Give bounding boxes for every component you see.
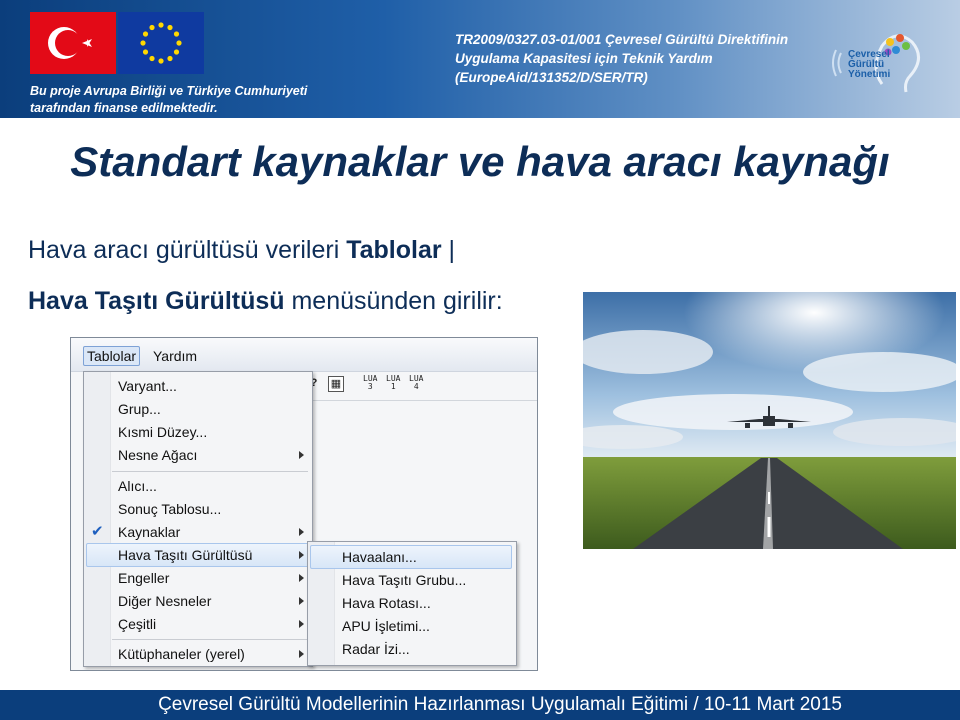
funding-line-1: Bu proje Avrupa Birliği ve Türkiye Cumhu… [30,84,308,98]
lua-button-1[interactable]: LUA 3 [363,375,377,391]
noise-management-logo-icon: Çevresel Gürültü Yönetimi [830,28,930,98]
bullet-1-bold: Tablolar [346,236,442,264]
bullet-table-menu: Hava aracı gürültüsü verileri Tablolar | [28,236,455,265]
aircraft-noise-submenu: Havaalanı... Hava Taşıtı Grubu... Hava R… [307,541,517,666]
menu-item-kismi-duzey[interactable]: Kısmi Düzey... [118,421,207,443]
project-line-3: (EuropeAid/131352/D/SER/TR) [455,70,648,85]
submenu-item-hava-rotasi[interactable]: Hava Rotası... [342,592,431,614]
submenu-item-hava-tasiti-grubu[interactable]: Hava Taşıtı Grubu... [342,569,466,591]
logo-line-3: Yönetimi [848,69,891,80]
menu-item-kaynaklar[interactable]: Kaynaklar [118,521,180,543]
menu-item-kutuphaneler[interactable]: Kütüphaneler (yerel) [118,643,245,665]
footer-bar: Çevresel Gürültü Modellerinin Hazırlanma… [0,690,960,720]
chevron-right-icon [299,451,304,459]
lua-button-3[interactable]: LUA 4 [409,375,423,391]
lua-button-2[interactable]: LUA 1 [386,375,400,391]
menu-separator [112,639,308,640]
menu-item-varyant[interactable]: Varyant... [118,375,177,397]
bullet-aircraft-noise: Hava Taşıtı Gürültüsü menüsünden girilir… [28,287,503,316]
toolbar: ? ▦ LUA 3 LUA 1 LUA 4 [311,374,537,401]
chevron-right-icon [299,650,304,658]
grid-icon[interactable]: ▦ [328,376,344,392]
chevron-right-icon [299,528,304,536]
footer-text: Çevresel Gürültü Modellerinin Hazırlanma… [158,694,842,715]
submenu-item-radar-izi[interactable]: Radar İzi... [342,638,410,660]
airplane-runway-photo [583,292,956,549]
header-banner: Bu proje Avrupa Birliği ve Türkiye Cumhu… [0,0,960,118]
submenu-item-havaalani[interactable]: Havaalanı... [342,546,417,568]
turkey-flag-icon [30,12,116,74]
bullet-2-bold: Hava Taşıtı Gürültüsü [28,287,285,315]
logo-text: Çevresel Gürültü Yönetimi [848,50,890,80]
menu-item-sonuc-tablosu[interactable]: Sonuç Tablosu... [118,498,221,520]
menu-item-hava-tasiti-gurultusu[interactable]: Hava Taşıtı Gürültüsü [118,544,252,566]
app-screenshot: Tablolar Yardım ? ▦ LUA 3 LUA 1 LUA 4 Varya… [70,337,538,671]
funding-note: Bu proje Avrupa Birliği ve Türkiye Cumhu… [30,83,307,117]
menu-item-cesitli[interactable]: Çeşitli [118,613,156,635]
slide-title: Standart kaynaklar ve hava aracı kaynağı [70,138,890,185]
menu-gutter [84,372,111,666]
eu-flag-icon [118,12,204,74]
chevron-right-icon [299,551,304,559]
lua-1-bottom: 3 [367,382,373,391]
menu-item-engeller[interactable]: Engeller [118,567,169,589]
bullet-1-bar: | [448,236,456,264]
chevron-right-icon [299,620,304,628]
menu-item-diger-nesneler[interactable]: Diğer Nesneler [118,590,211,612]
menu-item-nesne-agaci[interactable]: Nesne Ağacı [118,444,197,466]
menu-yardim[interactable]: Yardım [153,348,197,364]
lua-3-bottom: 4 [413,382,419,391]
menu-tablolar[interactable]: Tablolar [83,346,141,366]
chevron-right-icon [299,574,304,582]
bullet-1-text: Hava aracı gürültüsü verileri [28,236,347,264]
menu-item-grup[interactable]: Grup... [118,398,161,420]
funding-line-2: tarafından finanse edilmektedir. [30,101,218,115]
lua-2-bottom: 1 [390,382,396,391]
project-reference: TR2009/0327.03-01/001 Çevresel Gürültü D… [455,30,788,87]
submenu-item-apu-isletimi[interactable]: APU İşletimi... [342,615,430,637]
project-line-2: Uygulama Kapasitesi için Teknik Yardım [455,51,713,66]
checkmark-icon: ✔ [91,523,104,540]
chevron-right-icon [299,597,304,605]
menu-separator [112,471,308,472]
tablolar-dropdown-menu: Varyant... Grup... Kısmi Düzey... Nesne … [83,371,313,667]
project-line-1: TR2009/0327.03-01/001 Çevresel Gürültü D… [455,32,789,47]
menu-bar: Tablolar Yardım [71,338,537,372]
menu-item-alici[interactable]: Alıcı... [118,475,157,497]
bullet-2-text: menüsünden girilir: [284,287,503,315]
